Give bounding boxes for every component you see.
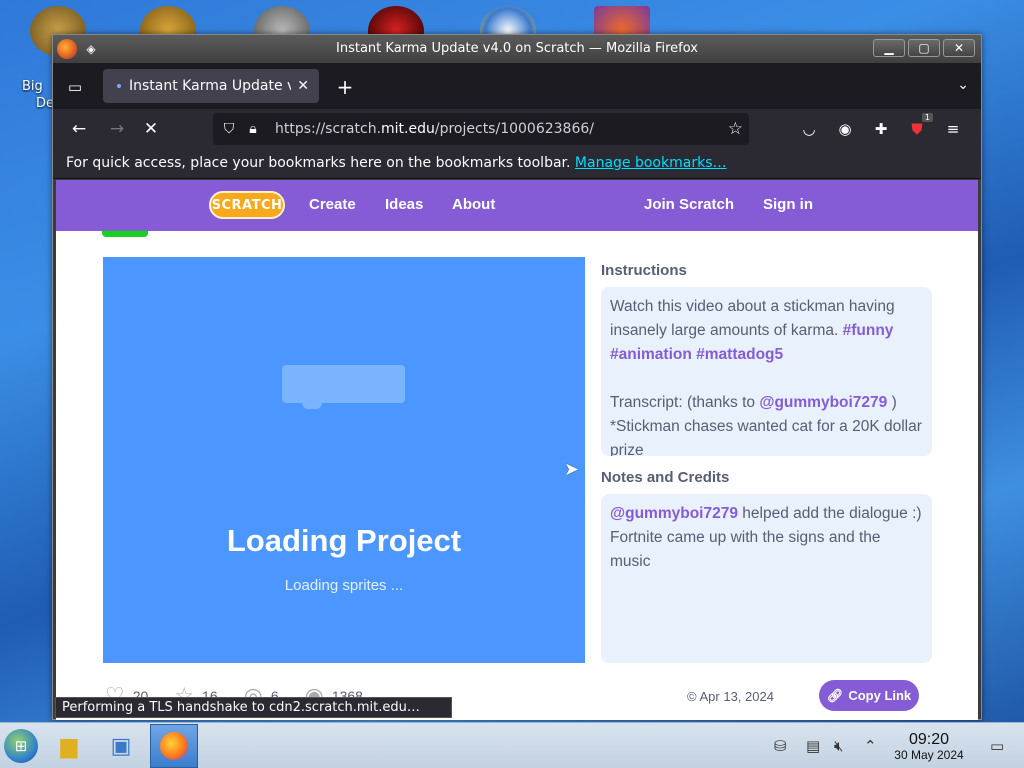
taskbar-firefox[interactable] [150, 724, 198, 768]
minimize-button[interactable]: ▁ [873, 39, 905, 57]
firefox-view-icon[interactable]: ▭ [61, 73, 89, 101]
window-titlebar[interactable]: ◈ Instant Karma Update v4.0 on Scratch —… [53, 35, 981, 63]
instructions-text: Watch this video about a stickman having… [610, 298, 895, 363]
notes-box: @gummyboi7279 helped add the dialogue :)… [601, 494, 932, 663]
transcript-text: Transcript: (thanks to @gummyboi7279 ) [610, 394, 897, 411]
bookmark-star-icon[interactable]: ☆ [728, 119, 743, 139]
bookmarks-toolbar: For quick access, place your bookmarks h… [53, 149, 981, 179]
navigation-toolbar: ← → ✕ ⛉ 🔒︎ https://scratch.mit.edu/proje… [53, 109, 981, 149]
green-flag-strip [102, 231, 148, 237]
scratch-logo[interactable]: SCRATCH [209, 191, 285, 219]
stop-loading-button[interactable]: ✕ [139, 117, 163, 141]
close-button[interactable]: ✕ [943, 39, 975, 57]
system-settings-icon[interactable]: ▣ [104, 729, 138, 763]
scratch-navbar: SCRATCH Create Ideas About Join Scratch … [56, 180, 978, 231]
extension-badge: 1 [921, 113, 933, 122]
network-icon[interactable]: ⛁ [774, 737, 787, 755]
file-manager-icon[interactable]: ▆ [52, 729, 86, 763]
nav-about[interactable]: About [452, 196, 495, 213]
page-content: SCRATCH Create Ideas About Join Scratch … [56, 180, 978, 720]
user-link[interactable]: @gummyboi7279 [759, 394, 887, 411]
tag-animation[interactable]: #animation [610, 346, 692, 363]
pocket-icon[interactable]: ◡ [797, 117, 821, 141]
back-button[interactable]: ← [67, 117, 91, 141]
instructions-line3: *Stickman chases wanted cat for a 20K do… [610, 418, 922, 456]
instructions-box: Watch this video about a stickman having… [601, 287, 932, 456]
volume-muted-icon[interactable]: 🔇︎ [834, 737, 843, 755]
forward-button[interactable]: → [105, 117, 129, 141]
status-bar: Performing a TLS handshake to cdn2.scrat… [55, 697, 452, 718]
sign-in-link[interactable]: Sign in [763, 196, 813, 213]
list-all-tabs-icon[interactable]: ⌄ [957, 77, 969, 93]
tab-close-icon[interactable]: ✕ [297, 78, 309, 94]
url-text[interactable]: https://scratch.mit.edu/projects/1000623… [275, 121, 594, 137]
taskbar-clock[interactable]: 09:20 30 May 2024 [888, 731, 970, 763]
notes-heading: Notes and Credits [601, 469, 730, 486]
loading-block-icon [282, 365, 405, 409]
maximize-button[interactable]: ▢ [908, 39, 940, 57]
join-scratch-link[interactable]: Join Scratch [644, 196, 734, 213]
bookmarks-message: For quick access, place your bookmarks h… [66, 155, 571, 171]
notes-line2: Fortnite came up with the signs and the … [610, 529, 881, 570]
project-stage[interactable]: Loading Project Loading sprites ... [103, 257, 585, 663]
nav-ideas[interactable]: Ideas [385, 196, 423, 213]
instructions-heading: Instructions [601, 262, 687, 279]
lock-icon[interactable]: 🔒︎ [241, 121, 265, 137]
loading-title: Loading Project [226, 523, 462, 558]
firefox-taskbar-icon [160, 732, 188, 760]
tag-funny[interactable]: #funny [843, 322, 894, 339]
copyright-icon: © [687, 689, 697, 704]
nav-create[interactable]: Create [309, 196, 356, 213]
manage-bookmarks-link[interactable]: Manage bookmarks… [575, 155, 727, 171]
firefox-window: ◈ Instant Karma Update v4.0 on Scratch —… [52, 34, 982, 720]
tab-scratch-project[interactable]: Instant Karma Update v4.0 on Scratch ✕ [103, 69, 319, 103]
mouse-cursor-icon: ➤ [564, 459, 580, 480]
account-icon[interactable]: ◉ [833, 117, 857, 141]
menu-icon[interactable]: ≡ [941, 117, 965, 141]
ublock-icon[interactable]: ⛊ 1 [905, 113, 933, 141]
tab-label: Instant Karma Update v4.0 on Scratch [129, 78, 292, 94]
shield-icon[interactable]: ⛉ [217, 121, 241, 137]
tab-loading-icon [117, 84, 121, 88]
window-title: Instant Karma Update v4.0 on Scratch — M… [336, 41, 698, 56]
clipboard-icon[interactable]: ▤ [806, 737, 820, 755]
show-desktop-icon[interactable]: ▭ [990, 737, 1004, 755]
extensions-icon[interactable]: ✚ [869, 117, 893, 141]
link-icon: 🔗︎ [826, 687, 844, 703]
copy-link-button[interactable]: 🔗︎ Copy Link [819, 680, 919, 711]
start-menu-icon[interactable]: ⊞ [4, 729, 38, 763]
project-date: © Apr 13, 2024 [687, 689, 774, 704]
tag-mattadog5[interactable]: #mattadog5 [696, 346, 783, 363]
notes-user-link[interactable]: @gummyboi7279 [610, 505, 738, 522]
tab-bar: ▭ Instant Karma Update v4.0 on Scratch ✕… [53, 63, 981, 109]
notes-line1: @gummyboi7279 helped add the dialogue :) [610, 505, 922, 522]
tray-expand-icon[interactable]: ⌃ [864, 737, 877, 755]
url-bar[interactable]: ⛉ 🔒︎ https://scratch.mit.edu/projects/10… [213, 113, 749, 145]
new-tab-button[interactable]: + [333, 75, 357, 99]
taskbar: ⊞ ▆ ▣ ⛁ ▤ 🔇︎ ⌃ 09:20 30 May 2024 ▭ [0, 722, 1024, 768]
desktop-icon-label: Big De [22, 79, 55, 111]
loading-subtitle: Loading sprites ... [284, 577, 404, 594]
